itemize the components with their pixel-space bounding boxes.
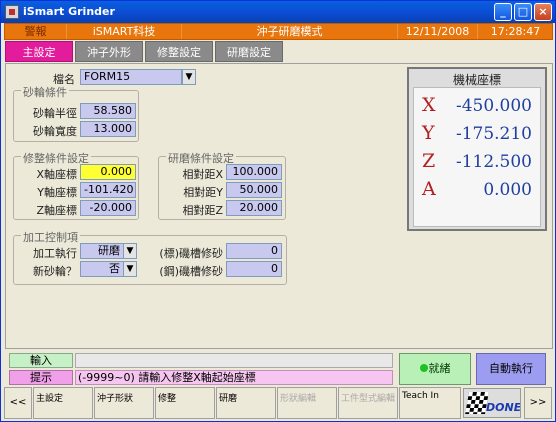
hint-label: 提示: [9, 370, 73, 385]
grind-x-label: 相對距X: [182, 168, 223, 181]
fkey-punch-shape[interactable]: 沖子形狀: [94, 387, 154, 419]
fkey-grind[interactable]: 研磨: [216, 387, 276, 419]
mode-label: 沖子研磨模式: [182, 24, 398, 39]
new-wheel-select[interactable]: 否: [80, 261, 124, 277]
machine-coords-panel: 機械座標 X -450.000 Y -175.210 Z -112.500 A …: [407, 67, 547, 231]
wheel-radius-label: 砂輪半徑: [33, 107, 77, 120]
app-window: iSmart Grinder _ □ × 警報 iSMART科技 沖子研磨模式 …: [0, 0, 556, 422]
minimize-button[interactable]: _: [494, 3, 512, 21]
input-field[interactable]: [75, 353, 393, 368]
app-icon: [5, 5, 19, 19]
prev-page-button[interactable]: <<: [4, 387, 32, 419]
comp1-label: (標)磯槽修砂: [159, 247, 223, 260]
new-wheel-label: 新砂輪？: [33, 265, 77, 278]
axis-z-value: -112.500: [455, 152, 532, 172]
tab-punch-shape[interactable]: 沖子外形: [75, 41, 143, 62]
alarm-indicator[interactable]: 警報: [5, 24, 67, 39]
wheel-radius-field[interactable]: 58.580: [80, 103, 136, 119]
tab-main-settings[interactable]: 主設定: [5, 41, 73, 62]
ready-indicator-icon: [419, 364, 428, 372]
dress-y-field[interactable]: -101.420: [80, 182, 136, 198]
axis-a-value: 0.000: [483, 180, 532, 200]
ready-label: 就緒: [428, 362, 451, 375]
date-display: 12/11/2008: [398, 24, 478, 39]
next-page-button[interactable]: >>: [524, 387, 552, 419]
time-display: 17:28:47: [490, 25, 541, 38]
axis-z-label: Z: [422, 150, 436, 172]
axis-y-value: -175.210: [455, 124, 532, 144]
input-row: 輸入: [9, 353, 393, 368]
close-button[interactable]: ×: [534, 3, 552, 21]
comp1-field[interactable]: 0: [226, 243, 282, 259]
auto-run-button[interactable]: 自動執行: [476, 353, 546, 385]
done-logo: DONE: [463, 388, 521, 418]
tab-grind-settings[interactable]: 研磨設定: [215, 41, 283, 62]
grind-y-label: 相對距Y: [183, 186, 223, 199]
grind-z-field[interactable]: 20.000: [226, 200, 282, 216]
file-select[interactable]: FORM15: [80, 69, 182, 85]
fkey-workpiece-edit[interactable]: 工件型式編輯: [338, 387, 398, 419]
grind-z-label: 相對距Z: [182, 204, 223, 217]
wheel-group-title: 砂輪條件: [21, 84, 69, 100]
wheel-width-label: 砂輪寬度: [33, 125, 77, 138]
dress-x-field[interactable]: 0.000: [80, 164, 136, 180]
wheel-width-field[interactable]: 13.000: [80, 121, 136, 137]
ready-button[interactable]: 就緒: [399, 353, 471, 385]
dress-z-field[interactable]: -20.000: [80, 200, 136, 216]
comp2-label: (鋼)磯槽修砂: [159, 265, 223, 278]
company-name: iSMART科技: [67, 24, 182, 39]
machine-coords-readout: X -450.000 Y -175.210 Z -112.500 A 0.000: [413, 87, 541, 227]
dress-y-label: Y軸座標: [37, 186, 77, 199]
axis-a-label: A: [422, 178, 436, 200]
maximize-button[interactable]: □: [514, 3, 532, 21]
axis-x-value: -450.000: [455, 96, 532, 116]
machine-coords-title: 機械座標: [452, 73, 501, 87]
exec-dropdown-arrow-icon[interactable]: ▼: [123, 243, 137, 259]
title-bar: iSmart Grinder _ □ ×: [1, 1, 555, 23]
hint-text: (-9999~0) 請輸入修整X軸起始座標: [75, 370, 393, 385]
axis-y-label: Y: [422, 122, 435, 144]
file-dropdown-arrow-icon[interactable]: ▼: [182, 69, 196, 85]
fkey-main-settings[interactable]: 主設定: [33, 387, 93, 419]
status-bar: 警報 iSMART科技 沖子研磨模式 12/11/2008 17:28:47: [4, 23, 553, 40]
done-logo-text: DONE: [486, 401, 521, 414]
input-label: 輸入: [9, 353, 73, 368]
grind-x-field[interactable]: 100.000: [226, 164, 282, 180]
exec-label: 加工執行: [33, 247, 77, 260]
grind-y-field[interactable]: 50.000: [226, 182, 282, 198]
dress-z-label: Z軸座標: [36, 204, 77, 217]
comp2-field[interactable]: 0: [226, 261, 282, 277]
window-title: iSmart Grinder: [23, 5, 115, 18]
tab-dress-settings[interactable]: 修整設定: [145, 41, 213, 62]
dress-x-label: X軸座標: [36, 168, 77, 181]
fkey-teach-in[interactable]: Teach In: [399, 387, 461, 419]
axis-x-label: X: [422, 94, 436, 116]
fkey-shape-edit[interactable]: 形狀編輯: [277, 387, 337, 419]
control-group-title: 加工控制項: [21, 229, 80, 245]
new-wheel-dropdown-arrow-icon[interactable]: ▼: [123, 261, 137, 277]
fkey-dress[interactable]: 修整: [155, 387, 215, 419]
exec-select[interactable]: 研磨: [80, 243, 124, 259]
